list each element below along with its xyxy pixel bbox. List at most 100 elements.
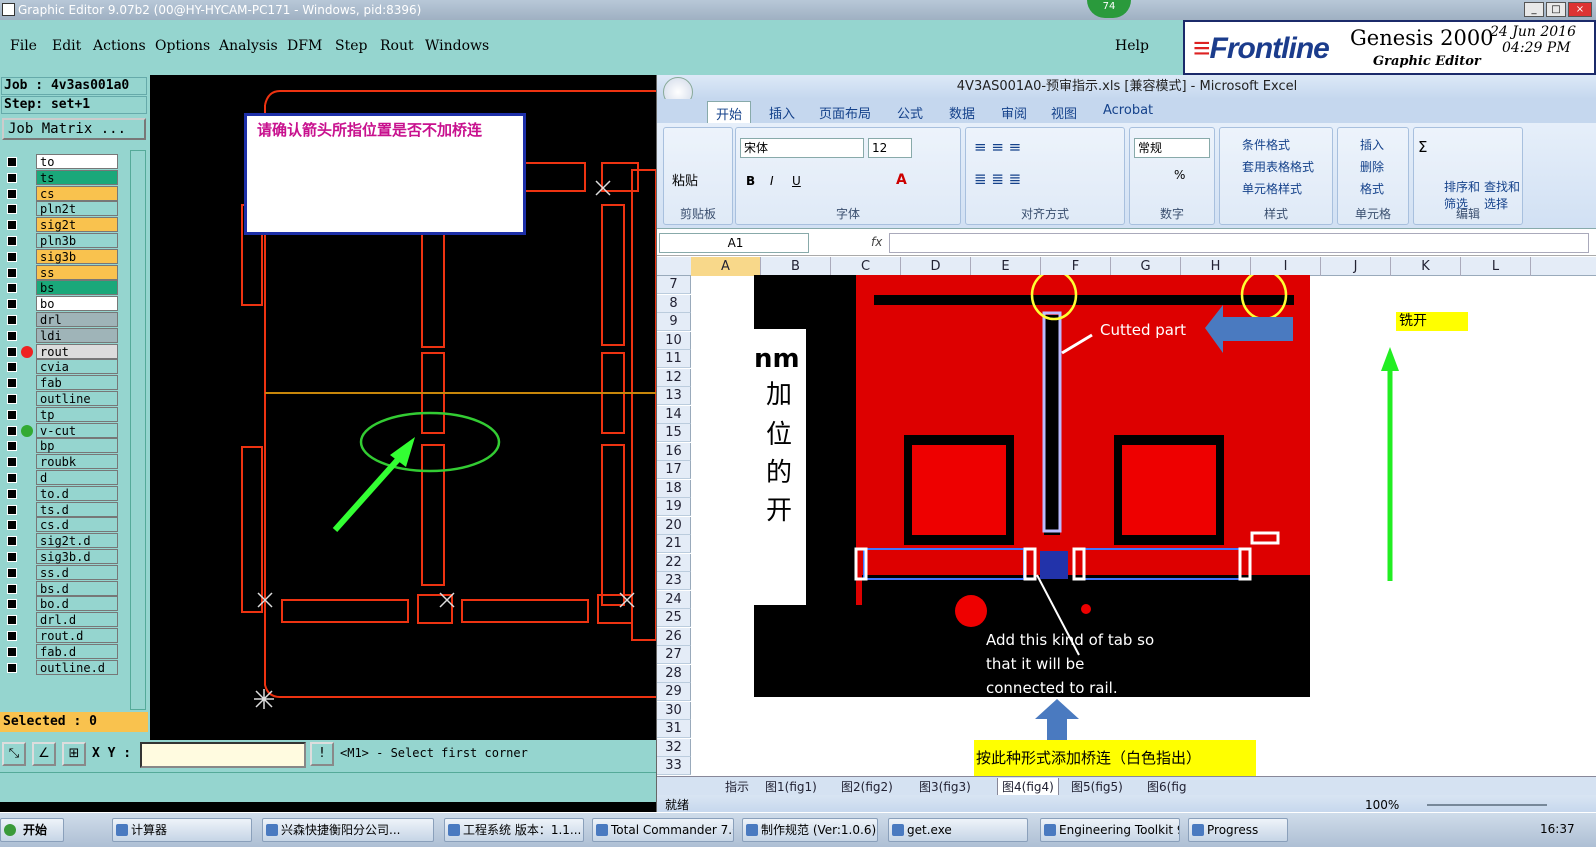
layer-checkbox[interactable] [7,646,17,657]
tab-review[interactable]: 审阅 [1001,103,1027,122]
menu-help[interactable]: Help [1115,38,1149,54]
fx-icon[interactable]: fx [871,235,882,249]
taskbar-item[interactable]: 兴森快捷衡阳分公司... [262,818,434,842]
taskbar-item[interactable]: Total Commander 7.0 ... [592,818,734,842]
row-header[interactable]: 16 [657,442,691,461]
row-header[interactable]: 24 [657,590,691,609]
layer-checkbox[interactable] [7,267,17,278]
row-header[interactable]: 29 [657,683,691,701]
sum-icon[interactable]: Σ [1418,138,1427,156]
layer-name[interactable]: ts.d [36,501,118,517]
layer-row[interactable]: bo.d [2,596,118,612]
layer-checkbox[interactable] [7,662,17,673]
layer-row[interactable]: sig2t.d [2,533,118,549]
xy-input[interactable] [140,742,306,768]
justify-icons[interactable]: ≣ ≣ ≣ [974,170,1021,188]
row-header[interactable]: 8 [657,294,691,313]
layer-checkbox[interactable] [7,330,17,341]
row-header[interactable]: 12 [657,368,691,387]
layer-name[interactable]: bs [36,280,118,296]
column-header[interactable]: K [1391,257,1461,276]
percent-button[interactable]: % [1174,168,1185,182]
layer-name[interactable]: drl [36,312,118,327]
layer-row[interactable]: to [2,154,118,169]
menu-file[interactable]: File [10,38,37,54]
font-size-select[interactable]: 12 [868,138,912,158]
layer-row[interactable]: sig3b [2,248,118,264]
layer-checkbox[interactable] [7,204,17,215]
layer-checkbox[interactable] [7,378,17,389]
row-header[interactable]: 15 [657,424,691,442]
number-format-select[interactable]: 常规 [1134,138,1210,158]
row-header[interactable]: 30 [657,701,691,720]
layer-name[interactable]: bo.d [36,596,118,612]
layer-row[interactable]: bp [2,438,118,454]
layer-name[interactable]: ss [36,264,118,280]
layer-name[interactable]: drl.d [36,612,118,628]
layer-row[interactable]: rout [2,343,118,359]
layer-name[interactable]: rout [36,343,118,359]
layer-name[interactable]: ss.d [36,564,118,580]
column-header[interactable]: A [691,257,761,276]
row-header[interactable]: 20 [657,516,691,535]
layer-checkbox[interactable] [7,615,17,626]
tab-view[interactable]: 视图 [1051,103,1077,122]
layer-name[interactable]: fab [36,375,118,391]
layer-row[interactable]: outline [2,391,118,406]
tab-data[interactable]: 数据 [949,103,975,122]
layer-checkbox[interactable] [7,425,17,436]
layer-name[interactable]: v-cut [36,422,118,438]
sheet-tab[interactable]: 图4(fig4) [997,778,1059,796]
row-header[interactable]: 28 [657,664,691,683]
layer-row[interactable]: ss [2,264,118,280]
column-header[interactable]: L [1461,257,1531,276]
layer-checkbox[interactable] [7,488,17,499]
layer-name[interactable]: roubk [36,454,118,470]
layer-name[interactable]: to.d [36,485,118,501]
layer-row[interactable]: tp [2,406,118,422]
layer-name[interactable]: pln2t [36,201,118,217]
layer-row[interactable]: cs [2,185,118,201]
column-header[interactable]: E [971,257,1041,276]
layer-row[interactable]: bo [2,296,118,312]
row-header[interactable]: 18 [657,479,691,498]
column-header[interactable]: J [1321,257,1391,276]
layer-row[interactable]: d [2,470,118,485]
layer-checkbox[interactable] [7,520,17,531]
name-box[interactable]: A1 [659,233,809,253]
layer-name[interactable]: bs.d [36,580,118,596]
layer-name[interactable]: sig2t.d [36,533,118,549]
row-header[interactable]: 9 [657,313,691,331]
layer-checkbox[interactable] [7,599,17,610]
layer-name[interactable]: outline.d [36,659,118,675]
layer-checkbox[interactable] [7,251,17,262]
layer-name[interactable]: bo [36,296,118,312]
sheet-tab[interactable]: 图2(fig2) [841,778,893,795]
layer-checkbox[interactable] [7,567,17,578]
layer-name[interactable]: cs.d [36,517,118,533]
insert-cells-button[interactable]: 插入 [1360,136,1384,153]
column-header[interactable]: B [761,257,831,276]
taskbar-item[interactable]: Engineering Toolkit 9.0... [1040,818,1180,842]
align-icons[interactable]: ≡ ≡ ≡ [974,138,1021,156]
column-header[interactable]: H [1181,257,1251,276]
tab-acrobat[interactable]: Acrobat [1103,103,1153,118]
column-header[interactable]: I [1251,257,1321,276]
layer-name[interactable]: bp [36,438,118,454]
layer-row[interactable]: roubk [2,454,118,470]
paste-button[interactable]: 粘贴 [672,170,698,189]
layer-checkbox[interactable] [7,172,17,183]
layer-checkbox[interactable] [7,362,17,373]
layer-name[interactable]: sig3b [36,248,118,264]
layer-name[interactable]: to [36,154,118,169]
layer-name[interactable]: outline [36,391,118,406]
layer-row[interactable]: to.d [2,485,118,501]
italic-button[interactable]: I [770,174,774,188]
menu-windows[interactable]: Windows [425,38,489,54]
column-header[interactable]: D [901,257,971,276]
tab-page-layout[interactable]: 页面布局 [819,103,871,122]
layer-row[interactable]: ldi [2,327,118,343]
format-as-table-button[interactable]: 套用表格格式 [1242,158,1314,175]
layer-checkbox[interactable] [7,536,17,547]
tab-insert[interactable]: 插入 [769,103,795,122]
